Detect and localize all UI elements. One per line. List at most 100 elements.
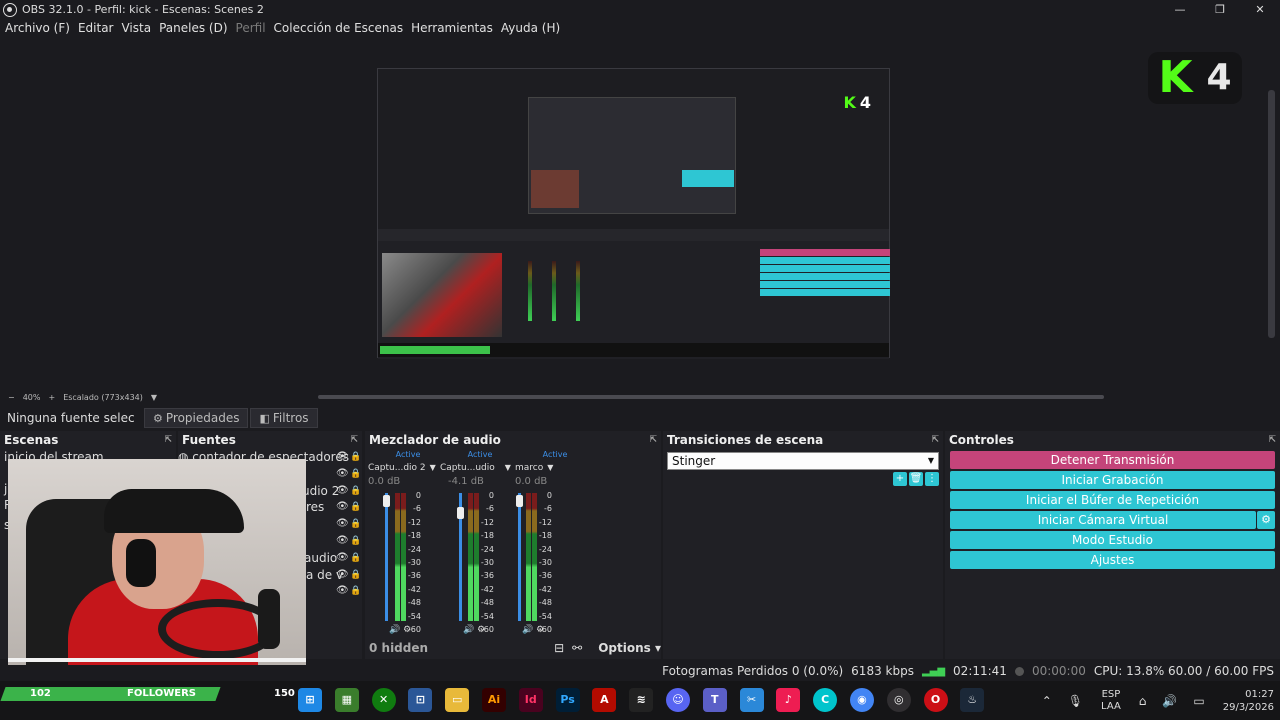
menu-coleccion-escenas[interactable]: Colección de Escenas [274, 21, 404, 35]
chevron-up-icon[interactable]: ⌃ [1042, 694, 1052, 708]
speaker-icon[interactable]: 🔊 [522, 625, 533, 635]
canva-icon[interactable]: C [813, 688, 838, 712]
stop-stream-button[interactable]: Detener Transmisión [950, 451, 1275, 469]
lock-icon[interactable]: 🔒 [350, 567, 361, 584]
layout-toggle-icon[interactable]: ⊟ [554, 641, 564, 655]
chevron-down-icon[interactable]: ▼ [505, 463, 511, 472]
visibility-eye-icon[interactable]: 👁 [336, 533, 349, 550]
channel-name[interactable]: Captu...dio 2 ▼ [368, 461, 448, 475]
minimize-button[interactable]: — [1160, 0, 1200, 19]
lock-icon[interactable]: 🔒 [350, 533, 361, 550]
fader-handle[interactable] [516, 495, 523, 507]
options-button[interactable]: Options ▾ [590, 641, 661, 655]
menu-vista[interactable]: Vista [121, 21, 151, 35]
chevron-down-icon[interactable]: ▼ [430, 463, 436, 472]
scaling-dropdown-icon[interactable]: ▼ [151, 393, 157, 402]
illustrator-icon[interactable]: Ai [481, 688, 506, 712]
menu-editar[interactable]: Editar [78, 21, 114, 35]
lock-icon[interactable]: 🔒 [350, 583, 361, 600]
menu-archivo[interactable]: Archivo (F) [5, 21, 70, 35]
add-icon[interactable]: + [893, 472, 907, 486]
preview-horizontal-scrollbar[interactable] [318, 395, 1104, 399]
fader-handle[interactable] [457, 507, 464, 519]
clock[interactable]: 01:27 29/3/2026 [1223, 688, 1274, 714]
microphone-icon[interactable]: 🎙 [1068, 694, 1083, 708]
indesign-icon[interactable]: Id [518, 688, 543, 712]
tiktok-icon[interactable]: ♪ [776, 688, 801, 712]
minecraft-icon[interactable]: ▦ [334, 688, 359, 712]
visibility-eye-icon[interactable]: 👁 [336, 550, 349, 567]
gear-icon[interactable]: ⚙ [536, 625, 544, 635]
snipping-icon[interactable]: ✂ [739, 688, 764, 712]
volume-icon[interactable]: 🔊 [1162, 694, 1177, 708]
steam-icon[interactable]: ♨ [960, 688, 985, 712]
photoshop-icon[interactable]: Ps [555, 688, 580, 712]
channel-name[interactable]: marco ▼ [515, 461, 595, 475]
start-replay-buffer-button[interactable]: Iniciar el Búfer de Repetición [950, 491, 1275, 509]
start-virtual-camera-button[interactable]: Iniciar Cámara Virtual [950, 511, 1256, 529]
chevron-down-icon[interactable]: ▼ [547, 463, 553, 472]
more-icon[interactable]: ⋮ [925, 472, 939, 486]
menu-paneles[interactable]: Paneles (D) [159, 21, 227, 35]
xbox-icon[interactable]: ✕ [371, 688, 396, 712]
speaker-icon[interactable]: 🔊 [389, 625, 400, 635]
maximize-button[interactable]: ❐ [1200, 0, 1240, 19]
filters-button[interactable]: ◧ Filtros [250, 408, 318, 428]
chrome-icon[interactable]: ◉ [849, 688, 874, 712]
obs-icon[interactable]: ◎ [886, 688, 911, 712]
volume-fader[interactable] [518, 493, 521, 621]
close-button[interactable]: ✕ [1240, 0, 1280, 19]
studio-mode-button[interactable]: Modo Estudio [950, 531, 1275, 549]
network-icon[interactable]: ⌂ [1139, 694, 1147, 708]
speaker-icon[interactable]: 🔊 [463, 625, 474, 635]
channel-name[interactable]: Captu...udio ▼ [440, 461, 520, 475]
link-icon[interactable]: ⚯ [572, 641, 582, 655]
properties-button[interactable]: ⚙ Propiedades [144, 408, 249, 428]
store-icon[interactable]: ⊡ [408, 688, 433, 712]
lock-icon[interactable]: 🔒 [350, 499, 361, 516]
dock-menu-icon[interactable]: ⇱ [931, 435, 939, 445]
menu-perfil[interactable]: Perfil [236, 21, 266, 35]
start-recording-button[interactable]: Iniciar Grabación [950, 471, 1275, 489]
fader-handle[interactable] [383, 495, 390, 507]
capcut-icon[interactable]: ≋ [629, 688, 654, 712]
lock-icon[interactable]: 🔒 [350, 516, 361, 533]
visibility-eye-icon[interactable]: 👁 [336, 567, 349, 584]
teams-icon[interactable]: T [702, 688, 727, 712]
visibility-eye-icon[interactable]: 👁 [336, 583, 349, 600]
transition-select[interactable]: Stinger ▼ [667, 452, 939, 470]
nested-meters [528, 251, 603, 329]
trash-icon[interactable]: 🗑 [909, 472, 923, 486]
settings-button[interactable]: Ajustes [950, 551, 1275, 569]
lock-icon[interactable]: 🔒 [350, 550, 361, 567]
lock-icon[interactable]: 🔒 [350, 483, 361, 500]
acrobat-icon[interactable]: A [592, 688, 617, 712]
battery-icon[interactable]: ▭ [1193, 694, 1204, 708]
gear-icon[interactable]: ⚙ [403, 625, 411, 635]
lock-icon[interactable]: 🔒 [350, 449, 361, 466]
zoom-in-icon[interactable]: + [48, 393, 55, 402]
visibility-eye-icon[interactable]: 👁 [336, 466, 349, 483]
preview-vertical-scrollbar[interactable] [1268, 90, 1275, 338]
explorer-icon[interactable]: ▭ [445, 688, 470, 712]
dock-menu-icon[interactable]: ⇱ [649, 435, 657, 445]
opera-icon[interactable]: O [923, 688, 948, 712]
visibility-eye-icon[interactable]: 👁 [336, 499, 349, 516]
menu-herramientas[interactable]: Herramientas [411, 21, 493, 35]
menu-ayuda[interactable]: Ayuda (H) [501, 21, 560, 35]
hidden-count[interactable]: 0 hidden [369, 641, 428, 655]
volume-fader[interactable] [385, 493, 388, 621]
dock-menu-icon[interactable]: ⇱ [350, 435, 358, 445]
dock-menu-icon[interactable]: ⇱ [164, 435, 172, 445]
discord-icon[interactable]: ☺ [665, 688, 690, 712]
gear-icon[interactable]: ⚙ [477, 625, 485, 635]
lock-icon[interactable]: 🔒 [350, 466, 361, 483]
language-indicator[interactable]: ESP LAA [1101, 689, 1121, 713]
zoom-out-icon[interactable]: − [8, 393, 15, 402]
dock-menu-icon[interactable]: ⇱ [1268, 435, 1276, 445]
windows-icon[interactable]: ⊞ [298, 688, 322, 712]
visibility-eye-icon[interactable]: 👁 [336, 516, 349, 533]
visibility-eye-icon[interactable]: 👁 [336, 449, 349, 466]
gear-icon[interactable]: ⚙ [1257, 511, 1275, 529]
visibility-eye-icon[interactable]: 👁 [336, 483, 349, 500]
